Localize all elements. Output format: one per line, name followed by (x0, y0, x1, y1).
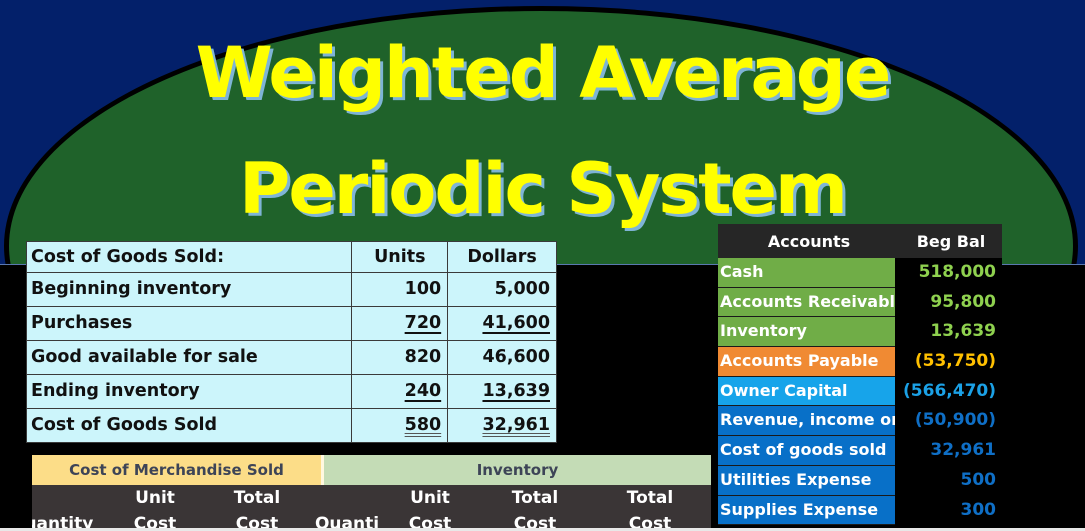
account-row: Cost of goods sold 32,961 (718, 436, 1002, 466)
account-balance: 300 (894, 495, 1002, 526)
column-header: Total Cost (495, 485, 575, 531)
account-name: Cash (718, 258, 895, 288)
merchandise-group-headers: Cost of Merchandise Sold Inventory (32, 455, 711, 485)
account-name: Accounts Payable (718, 347, 895, 377)
account-name: Revenue, income or s (718, 406, 895, 437)
row-units: 580 (404, 415, 442, 435)
account-row: Accounts Payable (53,750) (718, 347, 1002, 377)
cost-of-merchandise-sold-header: Cost of Merchandise Sold (32, 455, 324, 485)
merchandise-table: Cost of Merchandise Sold Inventory Quant… (32, 455, 711, 531)
account-balance: 518,000 (894, 258, 1002, 288)
row-label: Ending inventory (25, 374, 353, 409)
column-header: Total Cost (217, 485, 297, 531)
accounts-rows: Cash 518,000 Accounts Receivable 95,800 Inve… (718, 258, 1002, 526)
table-row: Beginning inventory 100 5,000 (25, 272, 557, 307)
account-row: Utilities Expense 500 (718, 465, 1002, 496)
row-dollars: 5,000 (494, 279, 550, 299)
merchandise-column-headers: QuantityUnitCostTotalCostQuantiUnitCostT… (32, 485, 711, 531)
accounts-header-name: Accounts (767, 231, 851, 251)
cost-of-goods-sold-table: Cost of Goods Sold: Units Dollars Beginn… (25, 241, 557, 443)
column-header: Total Cost (610, 485, 690, 531)
column-header-line1: Total (233, 488, 281, 508)
account-row: Supplies Expense 300 (718, 495, 1002, 526)
accounts-header-balance: Beg Bal (916, 231, 986, 251)
row-label: Beginning inventory (25, 272, 353, 307)
column-header-line1 (307, 485, 387, 511)
account-balance: 32,961 (894, 436, 1002, 466)
cogs-header-row: Cost of Goods Sold: Units Dollars (25, 241, 557, 273)
cogs-header-dollars: Dollars (447, 241, 557, 273)
table-row: Ending inventory 240 13,639 (25, 374, 557, 409)
account-name: Accounts Receivable (718, 287, 895, 318)
table-row: Cost of Goods Sold 580 32,961 (25, 408, 557, 443)
title-line-1: Weighted Average (195, 32, 892, 114)
account-row: Accounts Receivable 95,800 (718, 287, 1002, 318)
row-units: 100 (404, 279, 442, 299)
column-header-line1: Unit (410, 488, 450, 508)
accounts-table: Accounts Beg Bal Cash 518,000 Accounts Rec… (718, 224, 1002, 526)
accounts-header-row: Accounts Beg Bal (718, 224, 1002, 258)
row-label: Purchases (25, 306, 353, 341)
column-header: Unit Cost (115, 485, 195, 531)
cogs-header-units: Units (351, 241, 449, 273)
column-header-line1 (32, 485, 90, 511)
column-header: Quanti (307, 485, 387, 531)
column-header: Unit Cost (390, 485, 470, 531)
account-balance: (566,470) (894, 376, 1002, 407)
cogs-header-label: Cost of Goods Sold: (25, 241, 353, 273)
account-balance: (53,750) (894, 347, 1002, 377)
row-dollars: 46,600 (482, 347, 550, 367)
account-name: Owner Capital (718, 376, 895, 407)
row-dollars: 41,600 (482, 313, 550, 333)
account-name: Inventory (718, 317, 895, 348)
title-line-2: Periodic System (239, 148, 848, 230)
account-name: Utilities Expense (718, 465, 895, 496)
account-balance: 13,639 (894, 317, 1002, 348)
row-label: Good available for sale (25, 340, 353, 375)
account-balance: 500 (894, 465, 1002, 496)
column-header-line1: Unit (135, 488, 175, 508)
column-header-line1: Total (626, 488, 674, 508)
column-header-line1: Total (511, 488, 559, 508)
account-row: Owner Capital (566,470) (718, 376, 1002, 407)
row-dollars: 13,639 (482, 381, 550, 401)
account-balance: 95,800 (894, 287, 1002, 318)
account-name: Cost of goods sold (718, 436, 895, 466)
row-units: 720 (404, 313, 442, 333)
column-header: Quantity (32, 485, 93, 531)
account-row: Inventory 13,639 (718, 317, 1002, 348)
account-row: Cash 518,000 (718, 258, 1002, 288)
table-row: Purchases 720 41,600 (25, 306, 557, 341)
row-units: 820 (404, 347, 442, 367)
account-name: Supplies Expense (718, 495, 895, 526)
inventory-header: Inventory (324, 455, 711, 485)
row-units: 240 (404, 381, 442, 401)
row-dollars: 32,961 (482, 415, 550, 435)
table-row: Good available for sale 820 46,600 (25, 340, 557, 375)
account-balance: (50,900) (894, 406, 1002, 437)
account-row: Revenue, income or s(50,900) (718, 406, 1002, 437)
row-label: Cost of Goods Sold (25, 408, 353, 443)
